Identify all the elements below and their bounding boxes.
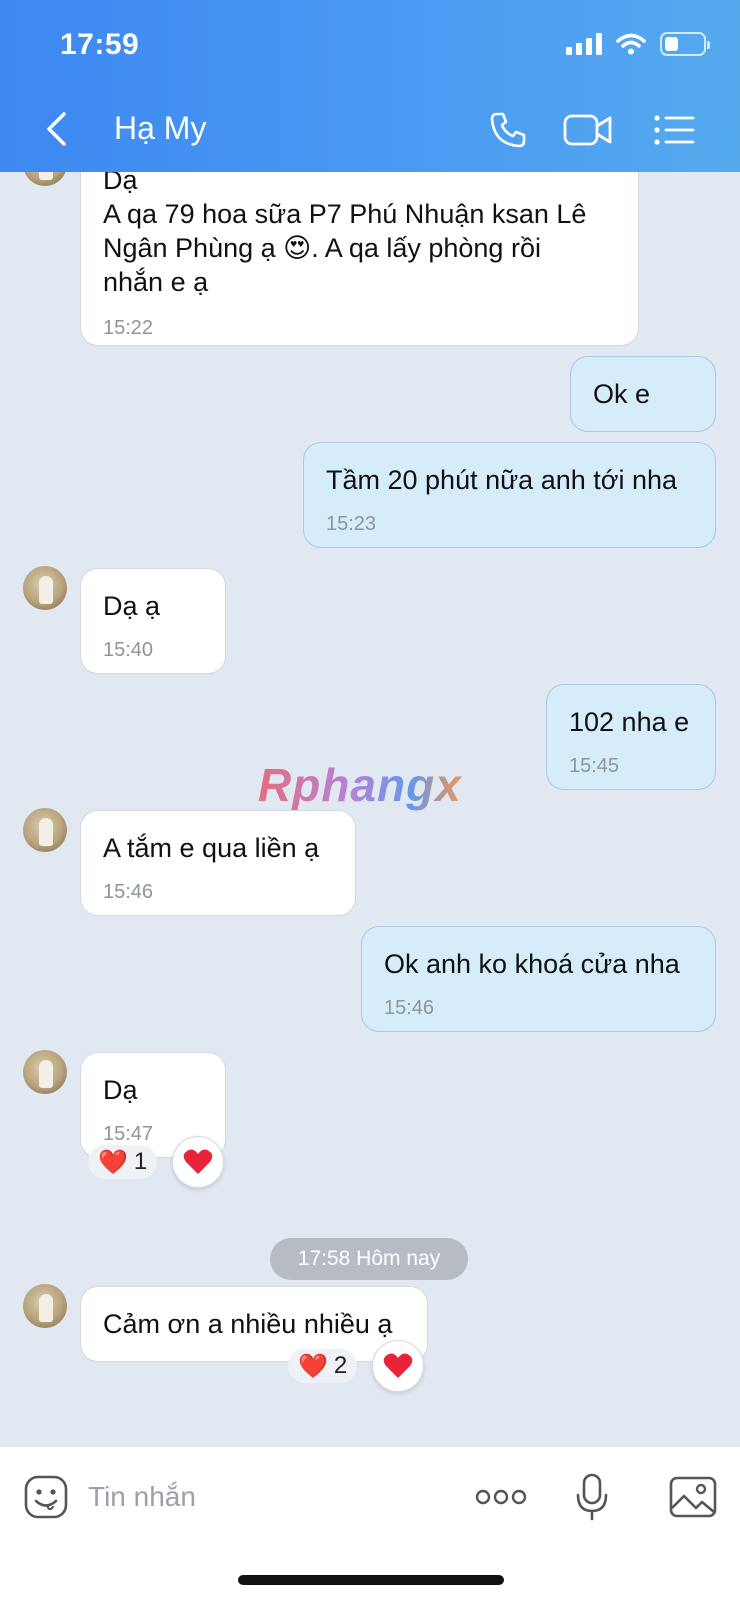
menu-list-icon	[654, 115, 695, 145]
wifi-icon	[616, 33, 646, 55]
heart-icon: ❤️	[98, 1148, 128, 1176]
status-time: 17:59	[60, 28, 140, 61]
message-time: 15:45	[569, 755, 620, 777]
video-call-icon	[563, 114, 612, 146]
message-text: Tầm 20 phút nữa anh tới nha	[326, 465, 677, 495]
sticker-button[interactable]	[20, 1471, 72, 1523]
watermark-logo: Rphangx	[258, 759, 462, 811]
contact-avatar[interactable]	[23, 1050, 67, 1094]
message-time: 15:46	[384, 997, 435, 1019]
message-text: A tắm e qua liền ạ	[103, 833, 320, 863]
phone-icon	[490, 112, 526, 148]
message-text: A qa 79 hoa sữa P7 Phú Nhuận ksan Lê	[103, 199, 587, 229]
reaction-summary[interactable]: ❤️ 2	[288, 1349, 358, 1383]
react-button[interactable]	[372, 1340, 424, 1392]
contact-avatar[interactable]	[23, 566, 67, 610]
message-bubble-incoming[interactable]: A tắm e qua liền ạ 15:46	[80, 810, 356, 916]
status-icons	[566, 32, 710, 56]
message-composer	[0, 1446, 740, 1600]
message-bubble-incoming[interactable]: Dạ A qa 79 hoa sữa P7 Phú Nhuận ksan Lê …	[80, 172, 639, 346]
message-bubble-outgoing[interactable]: 102 nha e 15:45	[546, 684, 716, 790]
more-icon	[475, 1489, 527, 1505]
chat-header: 17:59 Hạ My	[0, 0, 740, 172]
message-text: Ngân Phùng ạ 😍. A qa lấy phòng rồi	[103, 233, 541, 263]
sticker-icon	[24, 1475, 68, 1519]
back-button[interactable]	[36, 104, 76, 154]
message-text: Ok e	[593, 379, 651, 409]
home-indicator	[238, 1575, 504, 1585]
heart-icon	[383, 1353, 413, 1378]
message-bubble-outgoing[interactable]: Ok e	[570, 356, 716, 432]
message-text: Cảm ơn a nhiều nhiều ạ	[103, 1309, 393, 1339]
image-icon	[669, 1476, 717, 1518]
message-text: Dạ	[103, 1075, 138, 1105]
message-text: Dạ ạ	[103, 591, 161, 621]
message-time: 15:22	[103, 317, 154, 339]
video-call-button[interactable]	[560, 104, 616, 156]
contact-avatar[interactable]	[23, 1284, 67, 1328]
signal-icon	[566, 33, 602, 55]
image-button[interactable]	[666, 1471, 720, 1523]
reaction-count: 1	[133, 1148, 148, 1175]
battery-icon	[660, 32, 710, 56]
message-time: 15:40	[103, 639, 154, 661]
contact-avatar[interactable]	[23, 808, 67, 852]
reaction-summary[interactable]: ❤️ 1	[88, 1145, 158, 1179]
chevron-left-icon	[47, 112, 66, 146]
message-text: 102 nha e	[569, 707, 690, 737]
voice-message-button[interactable]	[566, 1471, 618, 1523]
heart-icon	[183, 1149, 213, 1174]
react-button[interactable]	[172, 1136, 224, 1188]
contact-name[interactable]: Hạ My	[114, 110, 206, 147]
message-text: nhắn e ạ	[103, 267, 209, 297]
message-text: Dạ	[103, 172, 138, 195]
message-input[interactable]	[88, 1473, 448, 1521]
options-menu-button[interactable]	[646, 104, 702, 156]
reaction-count: 2	[333, 1352, 348, 1379]
message-bubble-outgoing[interactable]: Ok anh ko khoá cửa nha 15:46	[361, 926, 716, 1032]
more-button[interactable]	[474, 1471, 528, 1523]
date-separator: 17:58 Hôm nay	[270, 1238, 468, 1280]
message-list[interactable]: Dạ A qa 79 hoa sữa P7 Phú Nhuận ksan Lê …	[0, 172, 740, 1446]
contact-avatar[interactable]	[23, 172, 67, 186]
message-time: 15:46	[103, 881, 154, 903]
message-bubble-outgoing[interactable]: Tầm 20 phút nữa anh tới nha 15:23	[303, 442, 716, 548]
heart-icon: ❤️	[298, 1352, 328, 1380]
voice-call-button[interactable]	[480, 104, 536, 156]
message-bubble-incoming[interactable]: Dạ ạ 15:40	[80, 568, 226, 674]
message-text: Ok anh ko khoá cửa nha	[384, 949, 680, 979]
microphone-icon	[576, 1473, 608, 1521]
message-time: 15:23	[326, 513, 377, 535]
